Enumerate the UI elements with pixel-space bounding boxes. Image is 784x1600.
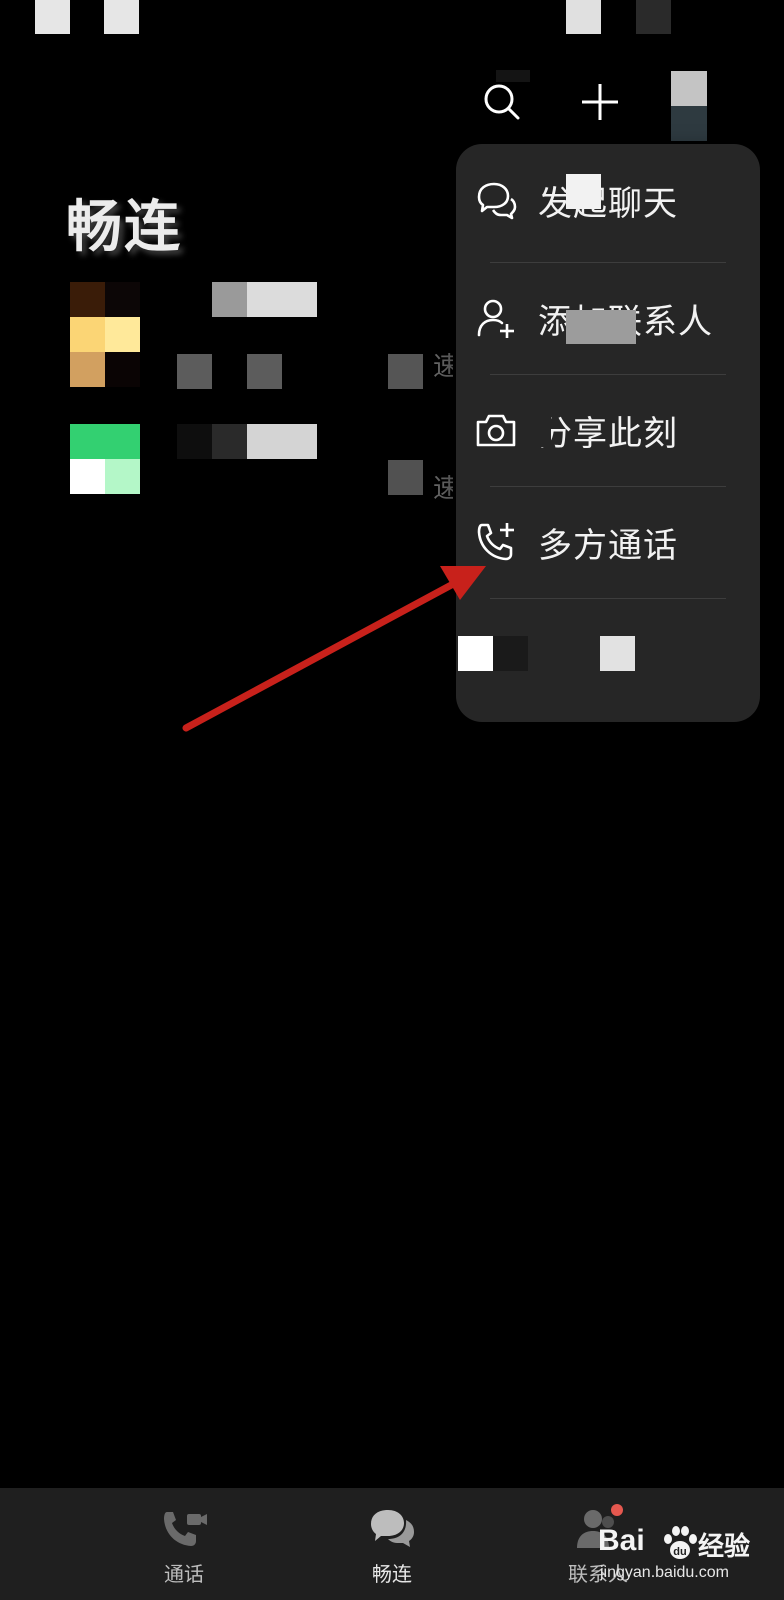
camera-icon [472,406,520,454]
watermark-brand-cn: 经验 [698,1532,751,1562]
list-item[interactable]: 速 [0,424,470,504]
contact-name-pixelated [212,282,247,317]
menu-item-conference-call[interactable]: 多方通话 [456,486,760,598]
app-screen: 畅连 速 速 发起聊天 分享此刻 多方通话 通话 畅连 联系人 Bai du 经… [0,0,784,1600]
tab-label: 畅连 [372,1562,412,1586]
add-contact-icon [472,294,520,342]
tab-label: 通话 [164,1562,204,1586]
notification-badge [611,1504,623,1516]
plus-icon [578,80,622,128]
list-item[interactable]: 速 [0,282,470,389]
tab-changlian[interactable]: 畅连 [322,1488,462,1600]
watermark: Bai du 经验 jingyan.baidu.com [598,1524,778,1594]
search-button[interactable] [474,76,530,132]
message-snippet: 速 [433,352,453,382]
add-button[interactable] [572,76,628,132]
message-snippet: 速 [433,474,453,504]
phone-add-icon [472,518,520,566]
menu-item-pixelated[interactable] [456,598,760,710]
watermark-url: jingyan.baidu.com [600,1564,729,1581]
menu-item-label: 多方通话 [538,525,678,566]
avatar [70,424,140,494]
svg-text:du: du [673,1546,686,1558]
video-call-icon [158,1506,210,1552]
avatar [70,282,140,352]
add-menu-popup: 发起聊天 添加联系人 分享此刻 多方通话 [456,144,760,722]
contact-name-pixelated [177,424,212,459]
menu-item-start-chat[interactable]: 发起聊天 [456,144,760,256]
watermark-brand: Bai [598,1524,645,1557]
status-bar [0,0,784,40]
menu-item-label: 发起聊天 [538,183,678,224]
tab-calls[interactable]: 通话 [114,1488,254,1600]
menu-item-share-moment[interactable]: 分享此刻 [456,374,760,486]
page-title: 畅连 [66,195,182,260]
search-icon [480,80,524,128]
chat-bubbles-icon [472,176,520,224]
more-button[interactable] [671,71,707,141]
paw-icon: du [660,1524,700,1562]
chat-icon [366,1506,418,1552]
menu-item-label: 分享此刻 [538,413,678,454]
